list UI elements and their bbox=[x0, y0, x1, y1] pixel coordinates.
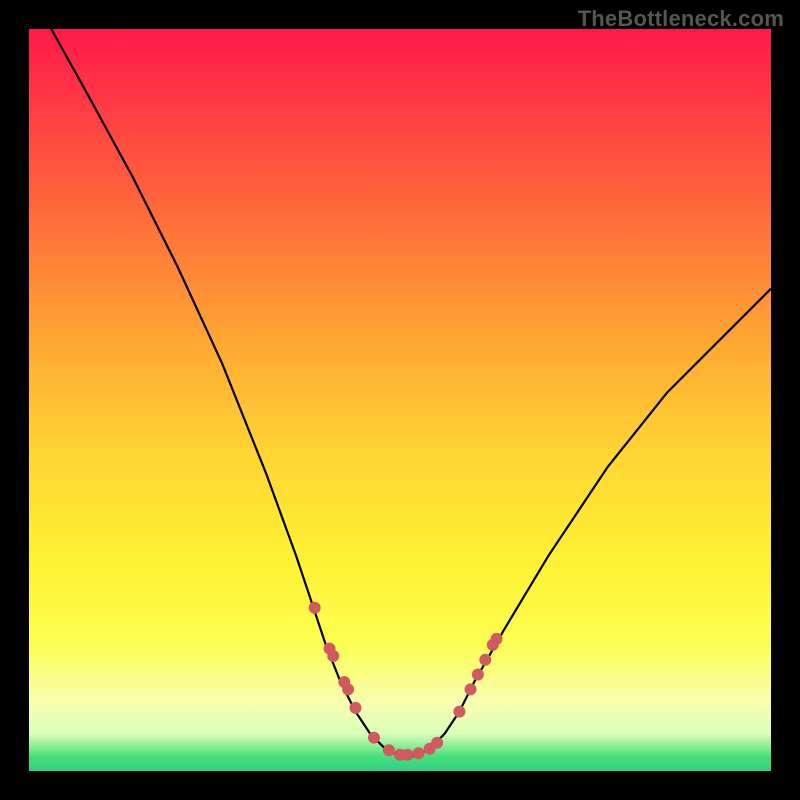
chart-overlay bbox=[29, 29, 771, 771]
marker-point bbox=[401, 749, 413, 761]
marker-point bbox=[491, 633, 503, 645]
bottleneck-curve bbox=[51, 29, 771, 756]
marker-point bbox=[383, 744, 395, 756]
marker-point bbox=[431, 737, 443, 749]
marker-point bbox=[479, 654, 491, 666]
marker-point bbox=[453, 706, 465, 718]
marker-point bbox=[368, 732, 380, 744]
marker-point bbox=[350, 702, 362, 714]
marker-point bbox=[309, 602, 321, 614]
marker-point bbox=[413, 747, 425, 759]
watermark-text: TheBottleneck.com bbox=[578, 6, 784, 32]
marker-point bbox=[342, 683, 354, 695]
chart-frame: TheBottleneck.com bbox=[0, 0, 800, 800]
marker-point bbox=[327, 650, 339, 662]
marker-point bbox=[472, 669, 484, 681]
marker-point bbox=[465, 683, 477, 695]
